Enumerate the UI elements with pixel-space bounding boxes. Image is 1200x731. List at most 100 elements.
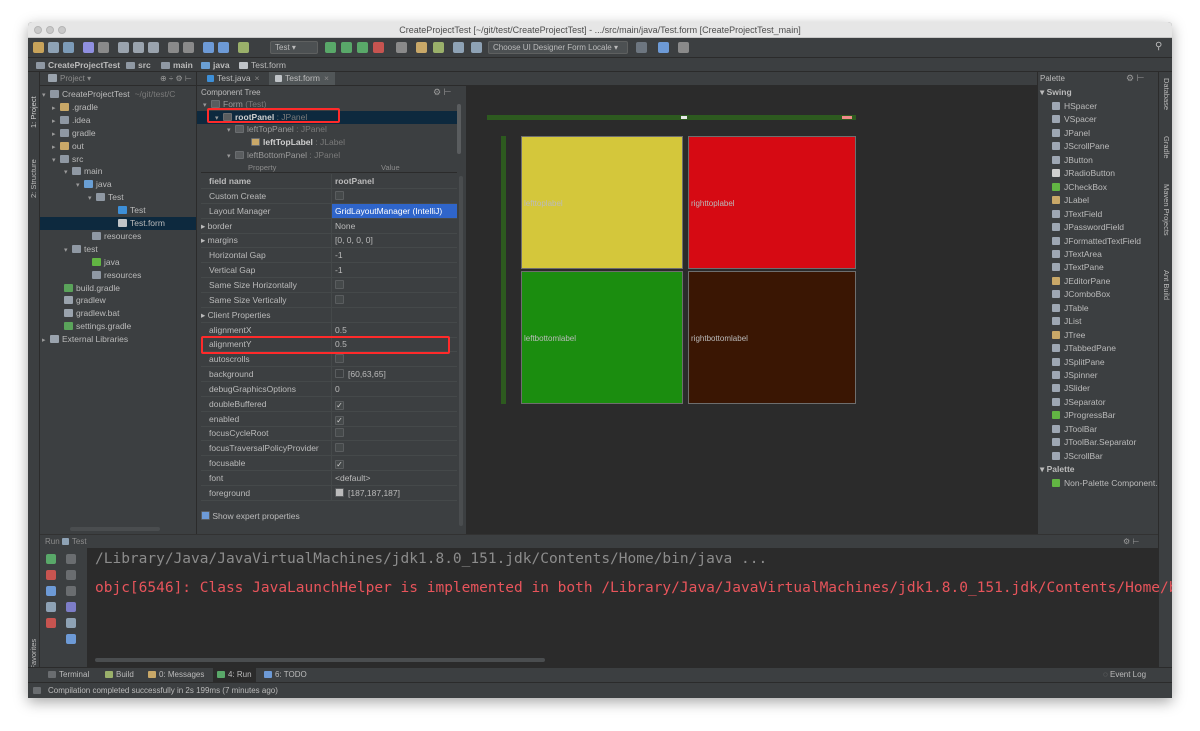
property-value[interactable]: rootPanel — [331, 174, 457, 188]
layout-icon[interactable] — [471, 42, 482, 53]
copy-icon[interactable] — [133, 42, 144, 53]
build-icon[interactable] — [238, 42, 249, 53]
property-row[interactable]: focusCycleRoot — [201, 426, 457, 442]
console-scrollbar[interactable] — [95, 658, 545, 662]
run-config-dropdown[interactable]: Test ▾ — [270, 41, 318, 54]
stop-icon[interactable] — [46, 570, 56, 580]
soft-wrap-icon[interactable] — [66, 586, 76, 596]
dump-threads-icon[interactable] — [46, 602, 56, 612]
coverage-icon[interactable] — [357, 42, 368, 53]
checkbox-icon[interactable]: ✓ — [335, 400, 344, 410]
property-row[interactable]: doubleBuffered ✓ — [201, 396, 457, 412]
show-expert-checkbox[interactable]: Show expert properties — [201, 511, 401, 523]
property-value[interactable]: <default> — [331, 471, 457, 485]
layout-toggle-icon[interactable] — [33, 687, 41, 694]
palette-item[interactable]: Non-Palette Component... — [1040, 477, 1158, 491]
property-value[interactable]: ✓ — [331, 456, 457, 471]
palette-item[interactable]: JTree — [1040, 329, 1158, 343]
structure-icon[interactable] — [678, 42, 689, 53]
property-value[interactable]: ✓ — [331, 411, 457, 426]
property-value[interactable] — [331, 426, 457, 441]
project-tree-item[interactable]: java — [40, 256, 196, 269]
project-tree-item[interactable]: build.gradle — [40, 282, 196, 295]
property-value[interactable]: 0.5 — [331, 322, 457, 337]
project-tree-item[interactable]: Test — [40, 204, 196, 217]
palette-item[interactable]: JEditorPane — [1040, 275, 1158, 289]
palette-item[interactable]: JSplitPane — [1040, 356, 1158, 370]
close-window-icon[interactable] — [34, 26, 42, 34]
project-tree-item[interactable]: ▾ test — [40, 243, 196, 256]
undo-icon[interactable] — [83, 42, 94, 53]
palette-item[interactable]: JPasswordField — [1040, 221, 1158, 235]
column-ruler[interactable] — [487, 115, 856, 120]
palette-item[interactable]: JFormattedTextField — [1040, 235, 1158, 249]
cell-right-top[interactable]: righttoplabel — [688, 136, 856, 269]
vertical-scrollbar[interactable] — [459, 176, 463, 526]
project-tree-item[interactable]: resources — [40, 269, 196, 282]
property-row[interactable]: Layout Manager GridLayoutManager (Intelli… — [201, 203, 457, 219]
property-row[interactable]: Same Size Horizontally — [201, 277, 457, 293]
palette-item[interactable]: JTabbedPane — [1040, 342, 1158, 356]
breadcrumb-item[interactable]: main — [161, 58, 193, 72]
scroll-down-icon[interactable] — [66, 570, 76, 580]
checkbox-icon[interactable] — [335, 279, 344, 289]
property-value[interactable]: [0, 0, 0, 0] — [331, 233, 457, 248]
run-icon[interactable] — [325, 42, 336, 53]
property-row[interactable]: ▸ border None — [201, 218, 457, 234]
property-row[interactable]: field name rootPanel — [201, 174, 457, 189]
property-value[interactable]: ✓ — [331, 396, 457, 411]
help-icon[interactable] — [658, 42, 669, 53]
palette-item[interactable]: JLabel — [1040, 194, 1158, 208]
save-icon[interactable] — [48, 42, 59, 53]
property-value[interactable]: GridLayoutManager (IntelliJ) — [331, 203, 457, 218]
checkbox-icon[interactable] — [335, 428, 344, 438]
palette-item[interactable]: JPanel — [1040, 127, 1158, 141]
tool-tab-database[interactable]: Database — [1161, 78, 1171, 128]
vcs-icon[interactable] — [636, 42, 647, 53]
project-tree-item[interactable]: Test.form — [40, 217, 196, 230]
rerun-icon[interactable] — [46, 554, 56, 564]
project-gear-icon[interactable]: ⊕ ÷ ⚙ ⊢ — [160, 72, 192, 86]
property-row[interactable]: Vertical Gap -1 — [201, 263, 457, 279]
property-value[interactable]: 0 — [331, 381, 457, 396]
editor-tab[interactable]: Test.form × — [269, 72, 335, 85]
trash-icon[interactable] — [66, 634, 76, 644]
palette-item[interactable]: JSpinner — [1040, 369, 1158, 383]
cell-right-bottom[interactable]: rightbottomlabel — [688, 271, 856, 404]
property-value[interactable]: [187,187,187] — [331, 485, 457, 500]
run-config-tab[interactable]: Test — [72, 537, 87, 546]
project-tree-item[interactable]: ▸ .gradle — [40, 101, 196, 114]
lefttop-label[interactable]: lefttoplabel — [524, 199, 563, 208]
zoom-window-icon[interactable] — [58, 26, 66, 34]
checkbox-icon[interactable] — [335, 190, 344, 200]
project-tree-item[interactable]: gradlew — [40, 294, 196, 307]
project-tree-item[interactable]: resources — [40, 230, 196, 243]
editor-tab[interactable]: Test.java × — [201, 72, 266, 85]
palette-item[interactable]: VSpacer — [1040, 113, 1158, 127]
checkbox-icon[interactable] — [335, 294, 344, 304]
search-everywhere-icon[interactable]: ⚲ — [1155, 42, 1166, 53]
property-row[interactable]: debugGraphicsOptions 0 — [201, 381, 457, 397]
open-folder-icon[interactable] — [33, 42, 44, 53]
property-value[interactable]: None — [331, 218, 457, 233]
component-tree-gear-icon[interactable]: ⚙ ⊢ — [433, 87, 451, 98]
form-locale-dropdown[interactable]: Choose UI Designer Form Locale ▾ — [488, 41, 628, 54]
minimize-window-icon[interactable] — [46, 26, 54, 34]
property-value[interactable] — [331, 292, 457, 307]
debug-icon[interactable] — [341, 42, 352, 53]
find-icon[interactable] — [168, 42, 179, 53]
tool-tab-gradle[interactable]: Gradle — [1161, 136, 1171, 176]
breadcrumb-item[interactable]: src — [126, 58, 151, 72]
palette-item[interactable]: JScrollBar — [1040, 450, 1158, 464]
property-row[interactable]: focusTraversalPolicyProvider — [201, 441, 457, 457]
palette-item[interactable]: JTextArea — [1040, 248, 1158, 262]
palette-item[interactable]: JProgressBar — [1040, 409, 1158, 423]
property-row[interactable]: autoscrolls — [201, 352, 457, 368]
palette-item[interactable]: JRadioButton — [1040, 167, 1158, 181]
close-tab-icon[interactable]: × — [324, 73, 329, 83]
project-tree-item[interactable]: settings.gradle — [40, 320, 196, 333]
sdk-icon[interactable] — [433, 42, 444, 53]
project-tree-item[interactable]: ▾ main — [40, 165, 196, 178]
property-row[interactable]: font <default> — [201, 471, 457, 486]
palette-item[interactable]: JTable — [1040, 302, 1158, 316]
